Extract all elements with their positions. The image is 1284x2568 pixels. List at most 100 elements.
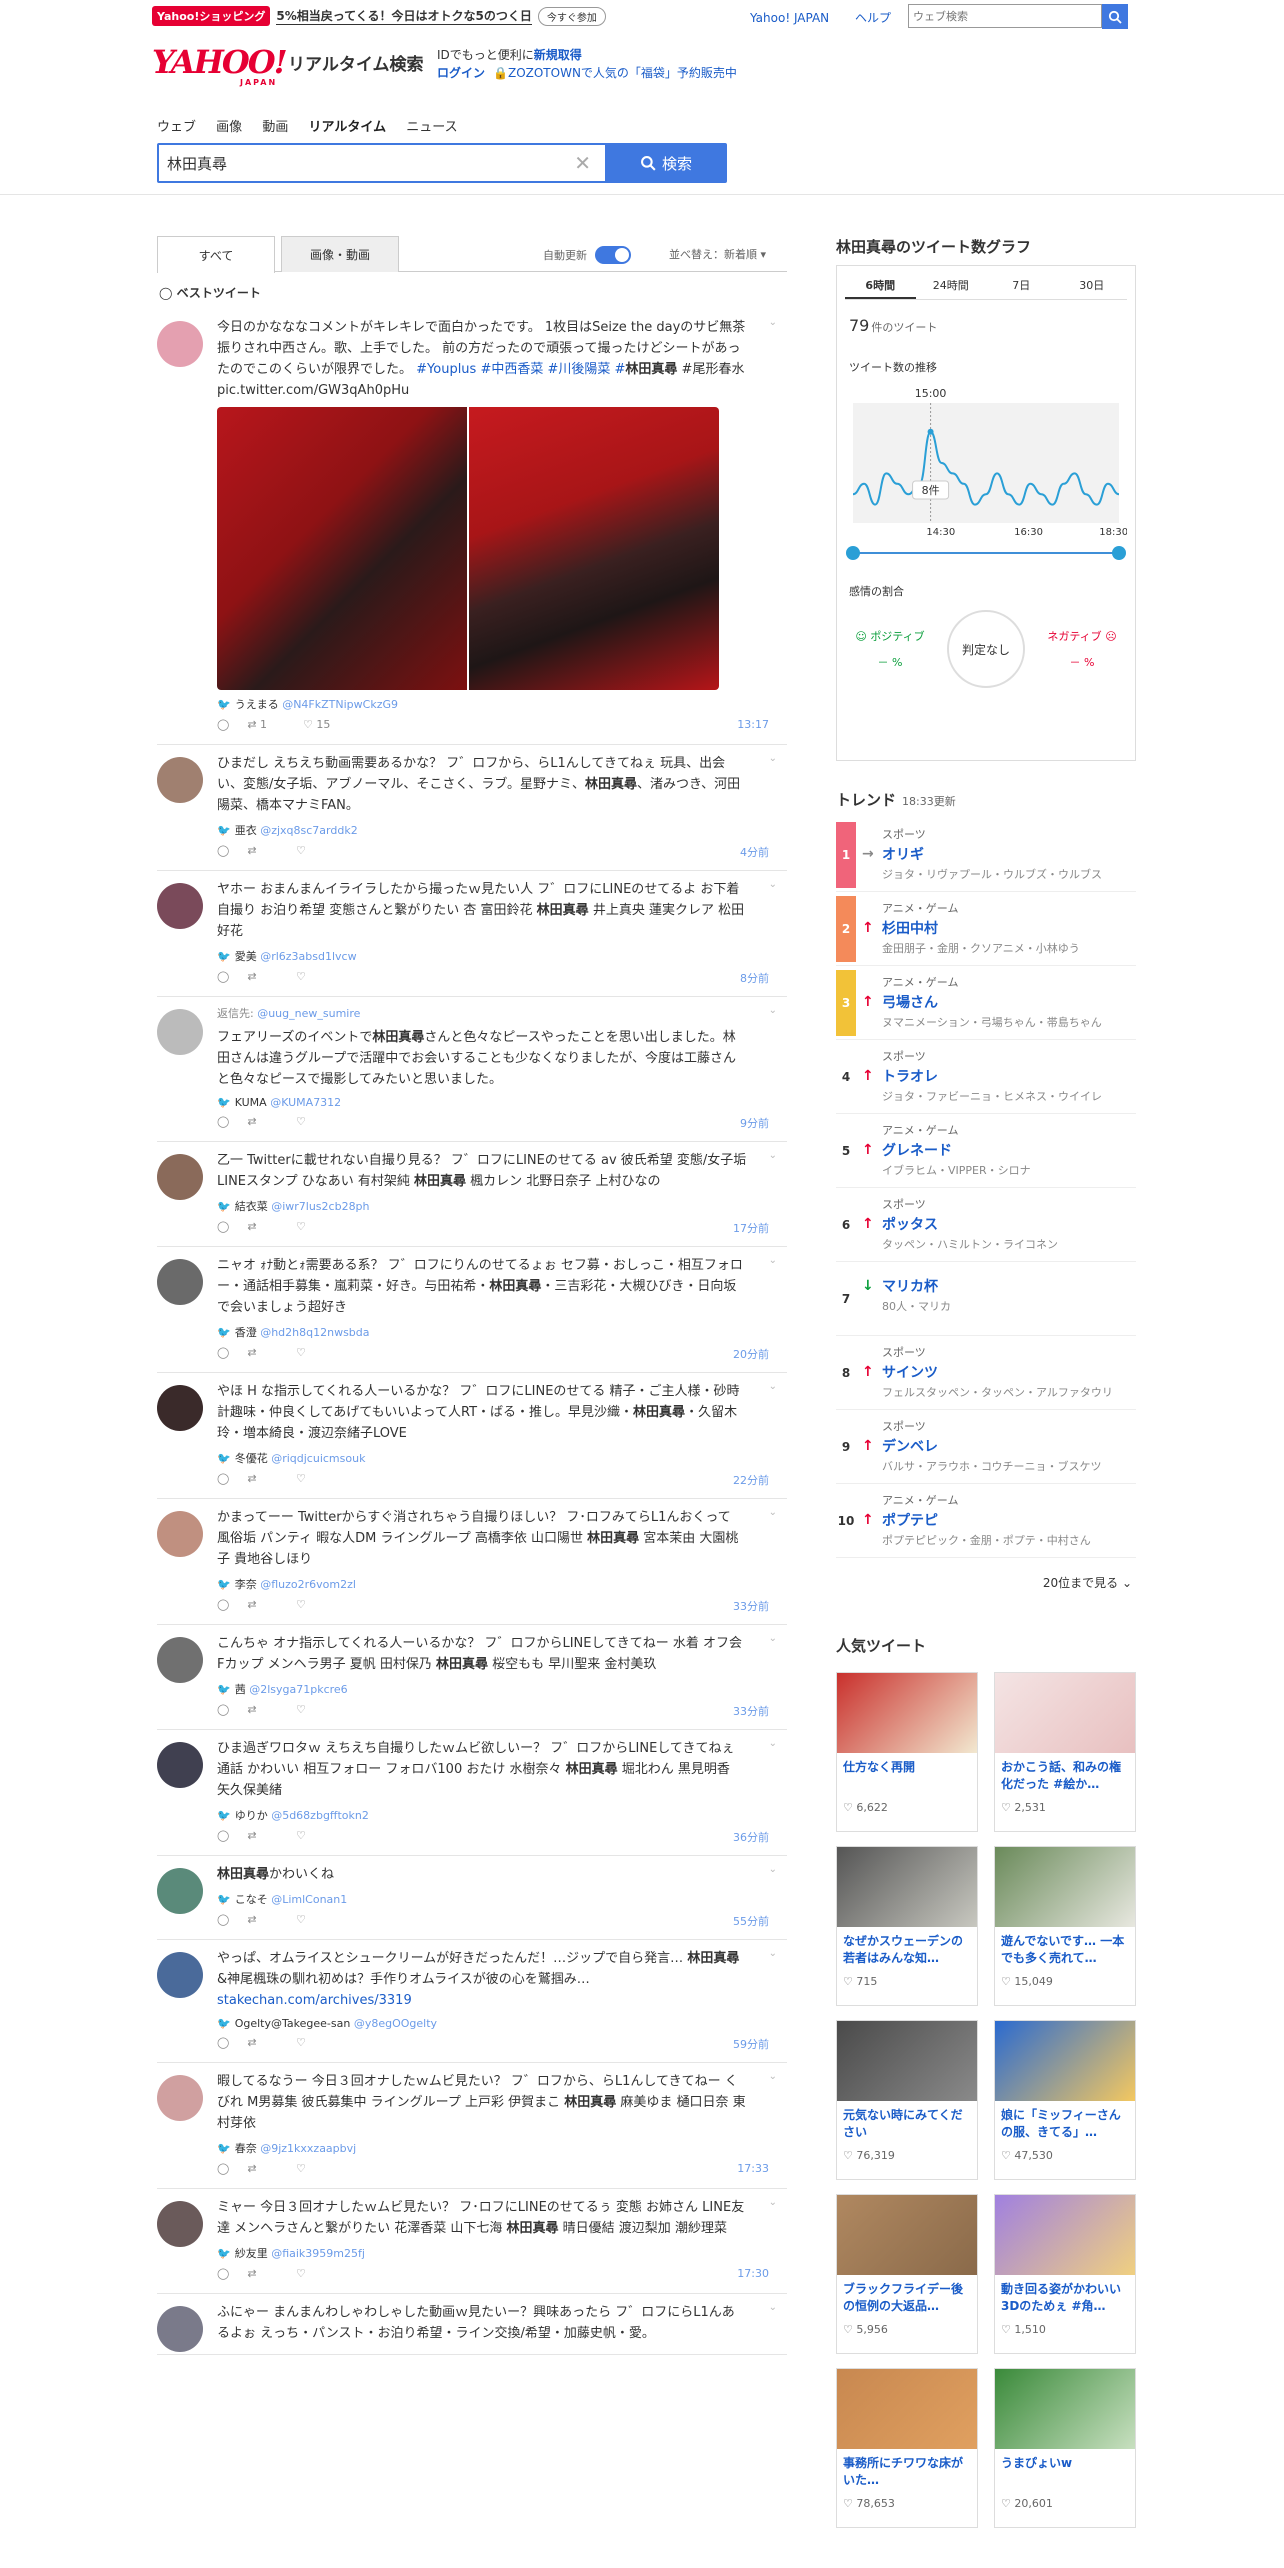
like-icon[interactable]: ♡ — [296, 844, 324, 857]
tweet-item[interactable]: ⌄ 暇してるなうー 今日３回オナしたｗムビ見たい？ フ゛ロフから、らL1んしてきて… — [157, 2063, 787, 2189]
trend-keyword[interactable]: グレネード — [882, 1140, 952, 1160]
popular-tweet-text[interactable]: ブラックフライデー後の恒例の大返品… — [837, 2275, 977, 2315]
tweet-item[interactable]: ⌄ ひま過ぎワロタｗ えちえち自撮りしたｗムビ欲しいー？ フ゛ロフからLINEして… — [157, 1730, 787, 1856]
popular-tweet-text[interactable]: 遊んでないです… 一本でも多く売れて… — [995, 1927, 1135, 1967]
trend-item[interactable]: 9 ↑ スポーツ デンベレ バルサ・アラウホ・コウチーニョ・ブスケツ — [836, 1410, 1136, 1484]
tweet-item[interactable]: ⌄ こんちゃ オナ指示してくれる人ーいるかな？ フ゛ロフからLINEしてきてねー … — [157, 1625, 787, 1730]
reply-icon[interactable]: ◯ — [217, 718, 229, 731]
graph-tab-24h[interactable]: 24時間 — [916, 274, 987, 299]
range-handle-right[interactable] — [1112, 546, 1126, 560]
tweet-item[interactable]: ⌄ やほ H な指示してくれる人ーいるかな？ フ゛ロフにLINEのせてる 精子・ご… — [157, 1373, 787, 1499]
reply-icon[interactable]: ◯ — [217, 1346, 229, 1359]
reply-icon[interactable]: ◯ — [217, 1220, 229, 1233]
trend-keyword[interactable]: 弓場さん — [882, 992, 938, 1012]
reply-icon[interactable]: ◯ — [217, 2267, 229, 2280]
trend-keyword[interactable]: ポッタス — [882, 1214, 938, 1234]
avatar[interactable] — [157, 757, 203, 803]
trend-item[interactable]: 10 ↑ アニメ・ゲーム ポプテピ ポプテピピック・金朋・ポプテ・中村さん — [836, 1484, 1136, 1558]
tab-media[interactable]: 画像・動画 — [281, 236, 399, 272]
tweet-time[interactable]: 17分前 — [733, 1220, 769, 1236]
retweet-icon[interactable]: ⇄ — [247, 2162, 278, 2175]
tweet-item[interactable]: ⌄ 今日のかなななコメントがキレキレで面白かったです。 1枚目はSeize the… — [157, 309, 787, 745]
tweet-item[interactable]: ⌄ 林田真尋かわいくね 🐦 こなそ @LimlConan1 ◯ ⇄ ♡ 55分前 — [157, 1856, 787, 1940]
tweet-time[interactable]: 36分前 — [733, 1829, 769, 1845]
tweet-time[interactable]: 33分前 — [733, 1598, 769, 1614]
trend-keyword[interactable]: デンベレ — [882, 1436, 938, 1456]
retweet-icon[interactable]: ⇄ — [247, 1472, 278, 1485]
nav-news[interactable]: ニュース — [406, 120, 457, 135]
retweet-icon[interactable]: ⇄ — [247, 1220, 278, 1233]
tweet-item[interactable]: ⌄ ニャオ ｫﾅ動とｫ需要ある系？ フ゛ロフにりんのせてるょぉ セフ募・おしっこ・… — [157, 1247, 787, 1373]
tweet-time[interactable]: 33分前 — [733, 1703, 769, 1719]
service-name[interactable]: リアルタイム検索 — [288, 50, 424, 75]
popular-tweet-card[interactable]: 娘に「ミッフィーさんの服、きてる」… ♡ 47,530 — [994, 2020, 1136, 2180]
trend-keyword[interactable]: ポプテピ — [882, 1510, 938, 1530]
chevron-down-icon[interactable]: ⌄ — [769, 1738, 777, 1749]
popular-tweet-card[interactable]: 事務所にチワワな床がいた… ♡ 78,653 — [836, 2368, 978, 2528]
reply-icon[interactable]: ◯ — [217, 1703, 229, 1716]
nav-video[interactable]: 動画 — [262, 120, 288, 135]
web-search-input[interactable] — [909, 5, 1099, 28]
nav-image[interactable]: 画像 — [216, 120, 242, 135]
avatar[interactable] — [157, 1009, 203, 1055]
reply-icon[interactable]: ◯ — [217, 1115, 229, 1128]
peak-point[interactable] — [927, 428, 934, 435]
popular-tweet-image[interactable] — [995, 1847, 1135, 1927]
tweet-user[interactable]: 🐦 亜衣 @zjxq8sc7arddk2 — [217, 822, 787, 838]
chevron-down-icon[interactable]: ⌄ — [769, 2302, 777, 2313]
trend-more-link[interactable]: 20位まで見る ⌄ — [836, 1574, 1136, 1591]
photo-left[interactable] — [217, 407, 467, 690]
popular-tweet-image[interactable] — [837, 1847, 977, 1927]
popular-tweet-text[interactable]: 仕方なく再開 — [837, 1753, 977, 1793]
retweet-icon[interactable]: ⇄ — [247, 1115, 278, 1128]
popular-tweet-text[interactable]: 元気ない時にみてください — [837, 2101, 977, 2141]
trend-keyword[interactable]: マリカ杯 — [882, 1276, 938, 1296]
popular-tweet-card[interactable]: おかこう話、和みの権化だった #絵か… ♡ 2,531 — [994, 1672, 1136, 1832]
yahoo-logo[interactable]: YAHOO! JAPAN — [152, 46, 288, 87]
help-link[interactable]: ヘルプ — [855, 11, 891, 25]
like-icon[interactable]: ♡ — [296, 970, 324, 983]
trend-item[interactable]: 8 ↑ スポーツ サインツ フェルスタッペン・タッペン・アルファタウリ — [836, 1336, 1136, 1410]
trend-keyword[interactable]: トラオレ — [882, 1066, 938, 1086]
avatar[interactable] — [157, 1259, 203, 1305]
popular-tweet-text[interactable]: うまぴょいw — [995, 2449, 1135, 2489]
popular-tweet-image[interactable] — [995, 1673, 1135, 1753]
tweet-time[interactable]: 17:30 — [737, 2267, 769, 2280]
trend-item[interactable]: 6 ↑ スポーツ ポッタス タッペン・ハミルトン・ライコネン — [836, 1188, 1136, 1262]
graph-tab-7d[interactable]: 7日 — [986, 274, 1057, 299]
trend-item[interactable]: 2 ↑ アニメ・ゲーム 杉田中村 金田朋子・金朋・クソアニメ・小林ゆう — [836, 892, 1136, 966]
tweet-user[interactable]: 🐦 香澄 @hd2h8q12nwsbda — [217, 1324, 787, 1340]
avatar[interactable] — [157, 1154, 203, 1200]
tweet-user[interactable]: 🐦 紗友里 @fiaik3959m25fj — [217, 2245, 787, 2261]
tweet-user[interactable]: 🐦 愛美 @rl6z3absd1lvcw — [217, 948, 787, 964]
reply-icon[interactable]: ◯ — [217, 1598, 229, 1611]
tweet-user[interactable]: 🐦 Ogelty@Takegee-san @y8egOOgelty — [217, 2017, 787, 2030]
tweet-time[interactable]: 13:17 — [737, 718, 769, 731]
avatar[interactable] — [157, 2075, 203, 2121]
tweet-time[interactable]: 8分前 — [740, 970, 769, 986]
trend-keyword[interactable]: サインツ — [882, 1362, 938, 1382]
trend-item[interactable]: 7 ↓ マリカ杯 80人・マリカ — [836, 1262, 1136, 1336]
like-icon[interactable]: ♡ — [296, 1346, 324, 1359]
tweet-item[interactable]: ⌄ ヤホー おまんまんイライラしたから撮ったｗ見たい人 フ゛ロフにLINEのせてる… — [157, 871, 787, 997]
popular-tweet-card[interactable]: なぜかスウェーデンの若者はみんな知… ♡ 715 — [836, 1846, 978, 2006]
popular-tweet-image[interactable] — [837, 2195, 977, 2275]
tweet-time[interactable]: 17:33 — [737, 2162, 769, 2175]
tweet-item[interactable]: ⌄ ふにゃー まんまんわしゃわしゃした動画ｗ見たいー？興味あったら フ゛ロフにらL… — [157, 2294, 787, 2355]
reply-icon[interactable]: ◯ — [217, 1472, 229, 1485]
retweet-icon[interactable]: ⇄ — [247, 1598, 278, 1611]
retweet-icon[interactable]: ⇄ 1 — [247, 718, 285, 731]
tweet-item[interactable]: ⌄ かまってーー Twitterからすぐ消されちゃう自撮りほしい？ フ･ロフみてら… — [157, 1499, 787, 1625]
chevron-down-icon[interactable]: ⌄ — [769, 1633, 777, 1644]
tweet-user[interactable]: 🐦 結衣菜 @iwr7lus2cb28ph — [217, 1198, 787, 1214]
popular-tweet-image[interactable] — [837, 2369, 977, 2449]
popular-tweet-card[interactable]: 動き回る姿がかわいい3Dのためぇ #角… ♡ 1,510 — [994, 2194, 1136, 2354]
reply-icon[interactable]: ◯ — [217, 2036, 229, 2049]
tweet-time[interactable]: 55分前 — [733, 1913, 769, 1929]
avatar[interactable] — [157, 883, 203, 929]
popular-tweet-card[interactable]: 元気ない時にみてください ♡ 76,319 — [836, 2020, 978, 2180]
popular-tweet-text[interactable]: 事務所にチワワな床がいた… — [837, 2449, 977, 2489]
chevron-down-icon[interactable]: ⌄ — [769, 317, 777, 328]
hashtags[interactable]: #Youplus #中西香菜 #川後陽菜 # — [416, 362, 625, 377]
reply-icon[interactable]: ◯ — [217, 1829, 229, 1842]
